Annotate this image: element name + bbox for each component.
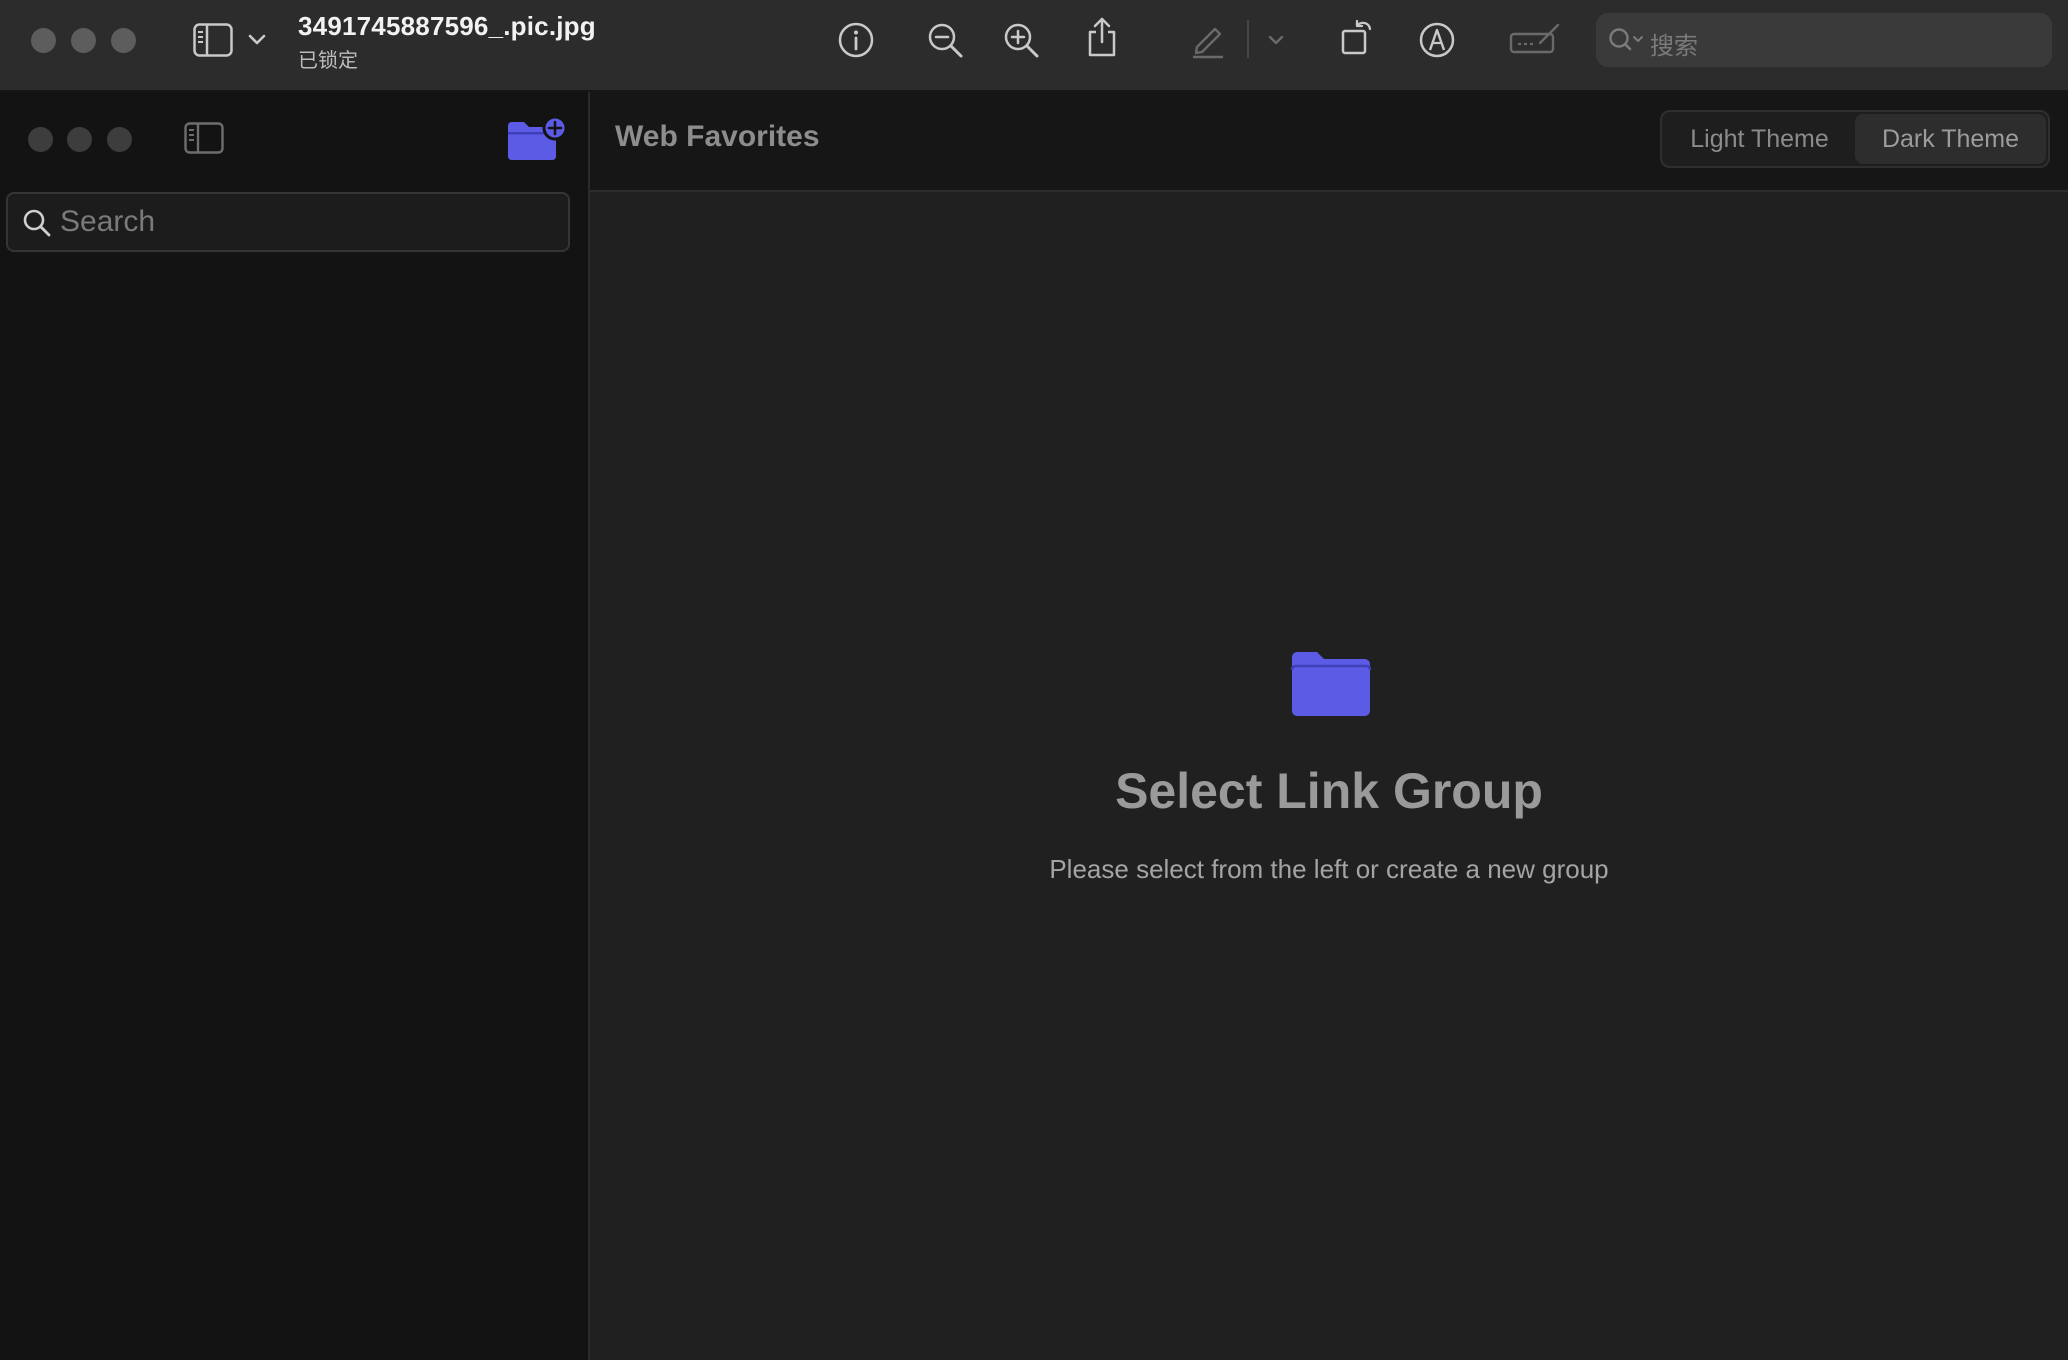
- share-icon[interactable]: [1082, 14, 1122, 60]
- chevron-down-icon[interactable]: [244, 28, 270, 52]
- minimize-window-button[interactable]: [71, 28, 96, 53]
- preview-toolbar: 3491745887596_.pic.jpg 已锁定 搜索: [0, 0, 2068, 92]
- minimize-window-button[interactable]: [67, 127, 92, 152]
- sidebar-search-input[interactable]: [60, 200, 560, 244]
- content-body: Select Link Group Please select from the…: [590, 192, 2068, 1360]
- zoom-window-button[interactable]: [107, 127, 132, 152]
- zoom-in-icon[interactable]: [999, 18, 1043, 62]
- info-icon[interactable]: [834, 18, 878, 62]
- sidebar-toggle-icon[interactable]: [182, 119, 226, 157]
- rotate-icon[interactable]: [1334, 14, 1378, 60]
- document-status: 已锁定: [298, 50, 358, 72]
- sidebar-toggle-icon[interactable]: [190, 20, 236, 60]
- markup-icon[interactable]: [1415, 18, 1459, 62]
- dark-theme-button[interactable]: Dark Theme: [1855, 114, 2046, 164]
- document-title: 3491745887596_.pic.jpg: [298, 11, 596, 41]
- folder-icon: [1290, 650, 1372, 723]
- empty-state-title: Select Link Group: [1115, 763, 1543, 819]
- toolbar-search-placeholder: 搜索: [1650, 32, 1698, 60]
- search-icon: [1608, 27, 1646, 58]
- toolbar-search-field[interactable]: 搜索: [1596, 13, 2052, 67]
- zoom-window-button[interactable]: [111, 28, 136, 53]
- highlight-pen-icon[interactable]: [1186, 18, 1230, 62]
- light-theme-button[interactable]: Light Theme: [1664, 114, 1855, 164]
- sidebar: [0, 92, 588, 1360]
- zoom-out-icon[interactable]: [923, 18, 967, 62]
- content-header: Web Favorites Light Theme Dark Theme: [590, 92, 2068, 192]
- page-title: Web Favorites: [615, 120, 820, 153]
- app-window: 3491745887596_.pic.jpg 已锁定 搜索 Search Web…: [0, 0, 2068, 1360]
- chevron-down-icon[interactable]: [1264, 30, 1288, 50]
- theme-segmented-control: Light Theme Dark Theme: [1660, 110, 2050, 168]
- close-window-button[interactable]: [28, 127, 53, 152]
- toolbar-separator: [1247, 20, 1249, 58]
- sign-icon[interactable]: [1506, 16, 1564, 62]
- search-icon: [22, 208, 52, 243]
- close-window-button[interactable]: [31, 28, 56, 53]
- empty-state-subtitle: Please select from the left or create a …: [1049, 854, 1609, 884]
- new-folder-icon[interactable]: [506, 116, 568, 164]
- sidebar-search[interactable]: [6, 192, 570, 252]
